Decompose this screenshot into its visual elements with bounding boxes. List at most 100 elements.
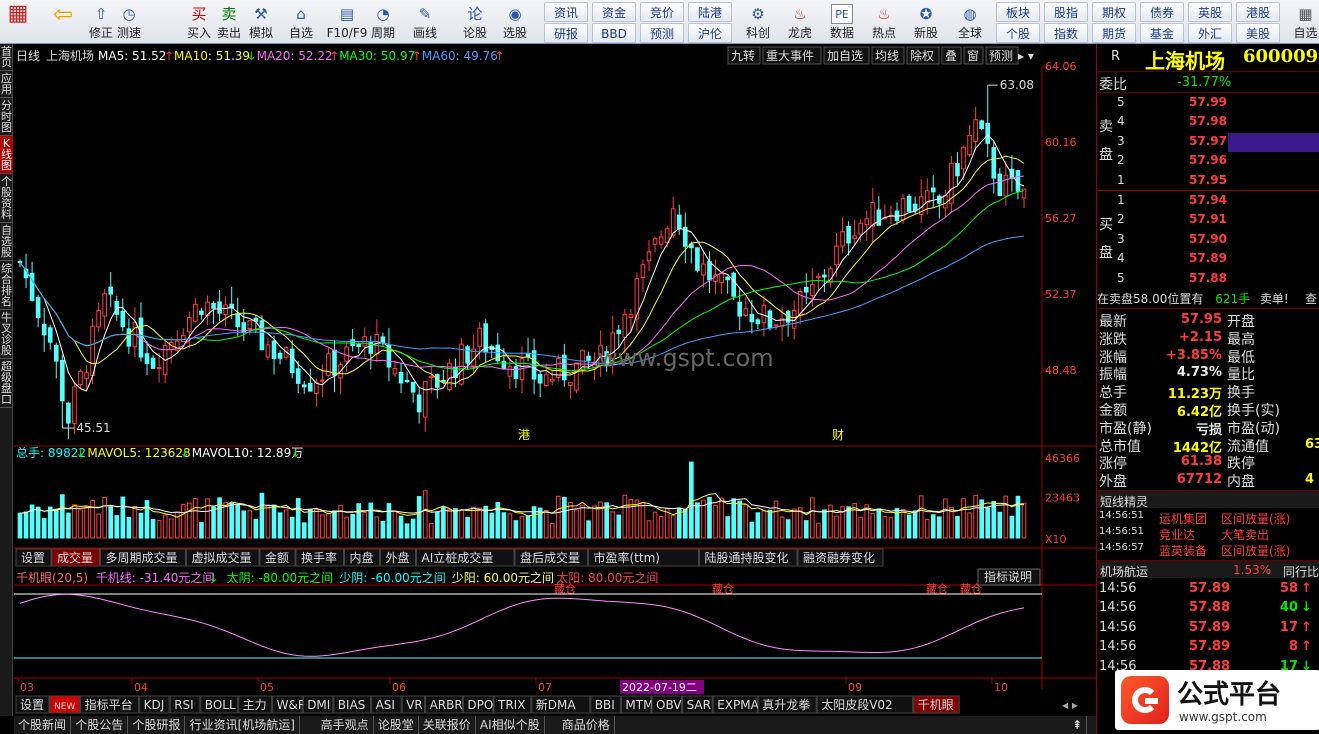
notice-more[interactable]: 查 bbox=[1305, 289, 1317, 308]
toolbar-button2-1[interactable]: ♨ 龙虎 bbox=[780, 0, 820, 44]
top-button-label-5[interactable]: 叠 bbox=[945, 49, 957, 63]
bottom-tab-1[interactable]: 个股公告 bbox=[71, 716, 129, 734]
toolbar-market-0[interactable]: 板块 bbox=[996, 2, 1040, 22]
bottom-tab-3[interactable]: 行业资讯[机场航运] bbox=[186, 716, 300, 734]
vol-tab-label-0[interactable]: 设置 bbox=[21, 551, 45, 565]
toolbar-link-b2[interactable]: 预测 bbox=[640, 23, 684, 43]
toolbar-button-stopwatch[interactable]: ◷ 测速 bbox=[114, 0, 144, 44]
toolbar-button-windows[interactable]: ▦ bbox=[2, 0, 34, 44]
industry-compare-button[interactable]: 同行比 bbox=[1283, 563, 1319, 580]
ind-tab-label-8[interactable]: DMI bbox=[307, 698, 330, 712]
top-button-label-6[interactable]: 窗 bbox=[967, 49, 979, 63]
toolbar-link-b3[interactable]: 沪伦 bbox=[688, 23, 732, 43]
ask-price[interactable]: 57.95 bbox=[1189, 173, 1227, 187]
vol-tab-label-9[interactable]: 盘后成交量 bbox=[520, 550, 580, 565]
collapse-up-icon[interactable]: ⇞ bbox=[1068, 716, 1088, 734]
toolbar-market-b2[interactable]: 期货 bbox=[1092, 23, 1136, 43]
signal-stock[interactable]: 竞业达 bbox=[1159, 526, 1195, 543]
vol-tab-label-6[interactable]: 内盘 bbox=[350, 550, 374, 565]
left-tab-7[interactable]: 牛叉诊股 bbox=[0, 310, 13, 359]
ind-tab-label-11[interactable]: VR bbox=[406, 698, 423, 712]
toolbar-button2-0[interactable]: ⚙ 科创 bbox=[738, 0, 778, 44]
toolbar-favorites[interactable]: ▦ 自选 bbox=[1292, 0, 1319, 44]
top-button-label-3[interactable]: 均线 bbox=[875, 49, 899, 63]
ind-tab-label-14[interactable]: TRIX bbox=[497, 698, 525, 712]
ind-tab-label-13[interactable]: DPO bbox=[467, 698, 493, 712]
toolbar-market-b5[interactable]: 美股 bbox=[1236, 23, 1280, 43]
toolbar-market-b1[interactable]: 指数 bbox=[1044, 23, 1088, 43]
toolbar-button-pencil[interactable]: ✎ 画线 bbox=[410, 0, 440, 44]
vol-tab-label-5[interactable]: 换手率 bbox=[301, 550, 337, 565]
ind-tab-label-0[interactable]: 设置 bbox=[20, 698, 44, 712]
industry-name[interactable]: 机场航运 bbox=[1100, 563, 1148, 580]
vol-tab-label-7[interactable]: 外盘 bbox=[386, 550, 410, 565]
ind-tab-label-3[interactable]: KDJ bbox=[144, 698, 165, 712]
ind-tab-label-23[interactable]: 千机眼 bbox=[918, 698, 954, 712]
ind-tab-label-19[interactable]: SAR bbox=[687, 698, 711, 712]
ask-price[interactable]: 57.97 bbox=[1189, 134, 1227, 148]
bid-price[interactable]: 57.88 bbox=[1189, 271, 1227, 285]
bottom-tab-0[interactable]: 个股新闻 bbox=[14, 716, 72, 734]
left-tab-1[interactable]: 应用 bbox=[0, 71, 13, 98]
ind-tab-label-16[interactable]: BBI bbox=[595, 698, 615, 712]
indicator-desc-label[interactable]: 指标说明 bbox=[984, 569, 1032, 584]
vol-tab-label-10[interactable]: 市盈率(ttm) bbox=[594, 550, 660, 565]
ind-tab-label-10[interactable]: ASI bbox=[376, 698, 395, 712]
vol-tab-label-12[interactable]: 融资融券变化 bbox=[803, 550, 875, 565]
toolbar-link-3[interactable]: 陆港 bbox=[688, 2, 732, 22]
bottom-tab-2[interactable]: 个股研报 bbox=[128, 716, 186, 734]
bottom-tab-4[interactable]: 高手观点 bbox=[317, 716, 374, 734]
toolbar-link-1[interactable]: 资金 bbox=[592, 2, 636, 22]
toolbar-market-b3[interactable]: 基金 bbox=[1140, 23, 1184, 43]
ind-tab-label-15[interactable]: 新DMA bbox=[536, 697, 577, 712]
bid-price[interactable]: 57.91 bbox=[1189, 212, 1227, 226]
left-tab-0[interactable]: 首页 bbox=[0, 44, 13, 71]
toolbar-market-4[interactable]: 英股 bbox=[1188, 2, 1232, 22]
signal-stock[interactable]: 运机集团 bbox=[1159, 510, 1207, 527]
ind-tab-label-18[interactable]: OBV bbox=[656, 698, 682, 712]
toolbar-button-sell[interactable]: 卖卖出 bbox=[214, 0, 244, 44]
bottom-tab-7[interactable]: AI相似个股 bbox=[476, 716, 545, 734]
bid-price[interactable]: 57.94 bbox=[1189, 193, 1227, 207]
bottom-tab-8[interactable]: 商品价格 bbox=[558, 716, 615, 734]
toolbar-button-repair[interactable]: ⇧ 修正 bbox=[86, 0, 116, 44]
top-button-label-4[interactable]: 除权 bbox=[910, 48, 934, 63]
left-tab-4[interactable]: 个股资料 bbox=[0, 174, 13, 223]
vol-tab-label-1[interactable]: 成交量 bbox=[57, 550, 93, 565]
toolbar-button2-5[interactable]: ◍ 全球 bbox=[950, 0, 990, 44]
ind-tab-label-22[interactable]: 太阳皮段V02 bbox=[821, 697, 892, 712]
ind-tab-label-7[interactable]: W&R bbox=[277, 698, 307, 712]
toolbar-button2-3[interactable]: ♨ 热点 bbox=[864, 0, 904, 44]
toolbar-market-b4[interactable]: 外汇 bbox=[1188, 23, 1232, 43]
top-button-label-7[interactable]: 预测 bbox=[989, 49, 1013, 63]
toolbar-market-1[interactable]: 股指 bbox=[1044, 2, 1088, 22]
top-button-label-1[interactable]: 重大事件 bbox=[766, 49, 814, 63]
kline-svg[interactable]: 日线 上海机场 MA5: 51.52↑ MA10: 51.39↓ MA20: 52.22… bbox=[14, 44, 1096, 716]
ind-tab-label-6[interactable]: 主力 bbox=[243, 698, 267, 712]
ask-price[interactable]: 57.98 bbox=[1189, 114, 1227, 128]
bottom-tab-6[interactable]: 关联报价 bbox=[419, 716, 476, 734]
ind-tab-label-2[interactable]: 指标平台 bbox=[85, 697, 133, 712]
toolbar-button-cycle[interactable]: ◔ 周期 bbox=[368, 0, 398, 44]
left-tab-6[interactable]: 综合排名 bbox=[0, 261, 13, 310]
toolbar-link-b0[interactable]: 研报 bbox=[544, 23, 588, 43]
ask-price[interactable]: 57.99 bbox=[1189, 95, 1227, 109]
top-button-label-0[interactable]: 九转 bbox=[731, 48, 755, 63]
ind-tab-label-21[interactable]: 真升龙拳 bbox=[762, 697, 810, 712]
vol-tab-label-11[interactable]: 陆股通持股变化 bbox=[705, 550, 789, 565]
toolbar-market-5[interactable]: 港股 bbox=[1236, 2, 1280, 22]
toolbar-link-0[interactable]: 资讯 bbox=[544, 2, 588, 22]
vol-tab-label-4[interactable]: 金额 bbox=[265, 550, 289, 565]
bid-price[interactable]: 57.90 bbox=[1189, 232, 1227, 246]
toolbar-button-home[interactable]: ⌂ 自选 bbox=[286, 0, 316, 44]
toolbar-market-2[interactable]: 期权 bbox=[1092, 2, 1136, 22]
ind-tab-label-20[interactable]: EXPMA bbox=[717, 698, 759, 712]
vol-tab-label-2[interactable]: 多周期成交量 bbox=[106, 550, 178, 565]
left-tab-3[interactable]: K线图 bbox=[0, 136, 13, 174]
ask-price[interactable]: 57.96 bbox=[1189, 153, 1227, 167]
toolbar-market-3[interactable]: 债券 bbox=[1140, 2, 1184, 22]
vol-tab-label-3[interactable]: 虚拟成交量 bbox=[192, 550, 252, 565]
toolbar-button-back-arrow[interactable]: ⇦ bbox=[48, 0, 78, 44]
ind-tab-label-5[interactable]: BOLL bbox=[205, 698, 236, 712]
signal-stock[interactable]: 蓝英装备 bbox=[1159, 542, 1207, 559]
